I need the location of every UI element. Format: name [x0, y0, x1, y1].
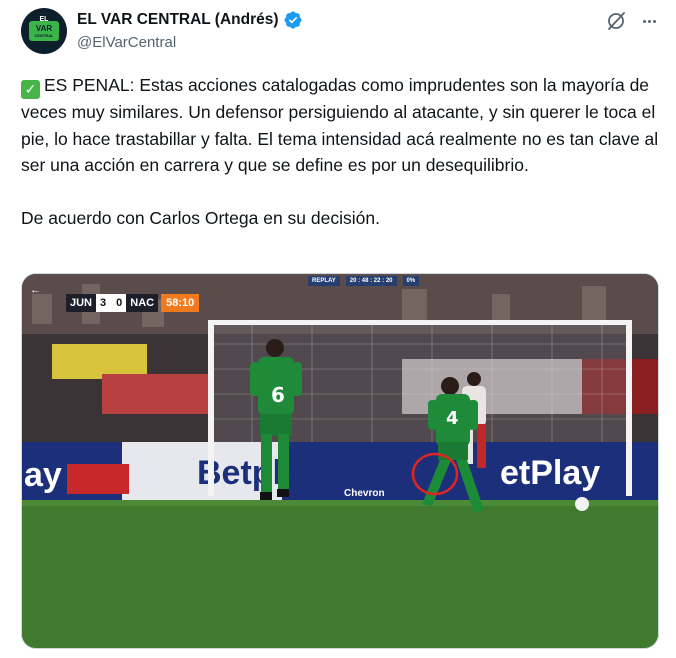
ad-board-text-left: ay — [24, 456, 62, 494]
avatar-text-sub: CENTRAL — [34, 32, 54, 38]
scorebug-away-score: 0 — [112, 294, 127, 312]
ad-board-text-right: etPlay — [500, 454, 600, 492]
ad-board-text-center: Betplay — [197, 454, 320, 492]
user-info: EL VAR CENTRAL (Andrés) @ElVarCentral — [77, 10, 303, 51]
scorebug: JUN 3 0 NAC 58:10 — [66, 294, 200, 312]
name-row: EL VAR CENTRAL (Andrés) — [77, 10, 303, 30]
avatar-text-top: EL — [39, 16, 49, 23]
scorebug-away-team: NAC — [126, 294, 159, 312]
var-replay-bar: REPLAY 20 : 48 : 22 : 20 0% — [308, 276, 420, 286]
var-replay-label: REPLAY — [308, 276, 340, 286]
avatar-logo: VAR CENTRAL — [29, 21, 59, 41]
tweet-card: EL VAR CENTRAL EL VAR CENTRAL (Andrés) @… — [0, 0, 676, 658]
more-options-icon[interactable] — [638, 10, 660, 32]
back-arrow-icon: ← — [30, 284, 41, 296]
player-left-number: 6 — [271, 383, 285, 407]
display-name[interactable]: EL VAR CENTRAL (Andrés) — [77, 11, 279, 29]
tweet-paragraph-2: De acuerdo con Carlos Ortega en su decis… — [21, 208, 380, 229]
scorebug-clock: 58:10 — [161, 294, 200, 312]
tweet-paragraph-1-text: ES PENAL: Estas acciones catalogadas com… — [21, 75, 659, 176]
scorebug-home-team: JUN — [66, 294, 97, 312]
match-scene: ay Betplay etPlay Chevron 6 4 — [22, 274, 658, 648]
avatar-text-main: VAR — [35, 23, 53, 33]
scorebug-home-score: 3 — [96, 294, 111, 312]
grok-icon[interactable] — [605, 10, 627, 32]
tweet-media-image[interactable]: ay Betplay etPlay Chevron 6 4 ← JUN 3 0 … — [21, 273, 659, 649]
tweet-text: ✓ ES PENAL: Estas acciones catalogadas co… — [21, 72, 661, 232]
var-rate: 0% — [402, 276, 420, 286]
verified-badge-icon[interactable] — [283, 10, 303, 30]
ad-board-text-chevron: Chevron — [344, 488, 385, 499]
user-handle[interactable]: @ElVarCentral — [77, 34, 303, 51]
player-right-number: 4 — [446, 408, 459, 429]
avatar[interactable]: EL VAR CENTRAL — [21, 8, 67, 54]
var-timecode: 20 : 48 : 22 : 20 — [345, 276, 397, 286]
check-mark-icon: ✓ — [21, 80, 40, 99]
tweet-paragraph-1: ✓ ES PENAL: Estas acciones catalogadas co… — [21, 72, 661, 179]
